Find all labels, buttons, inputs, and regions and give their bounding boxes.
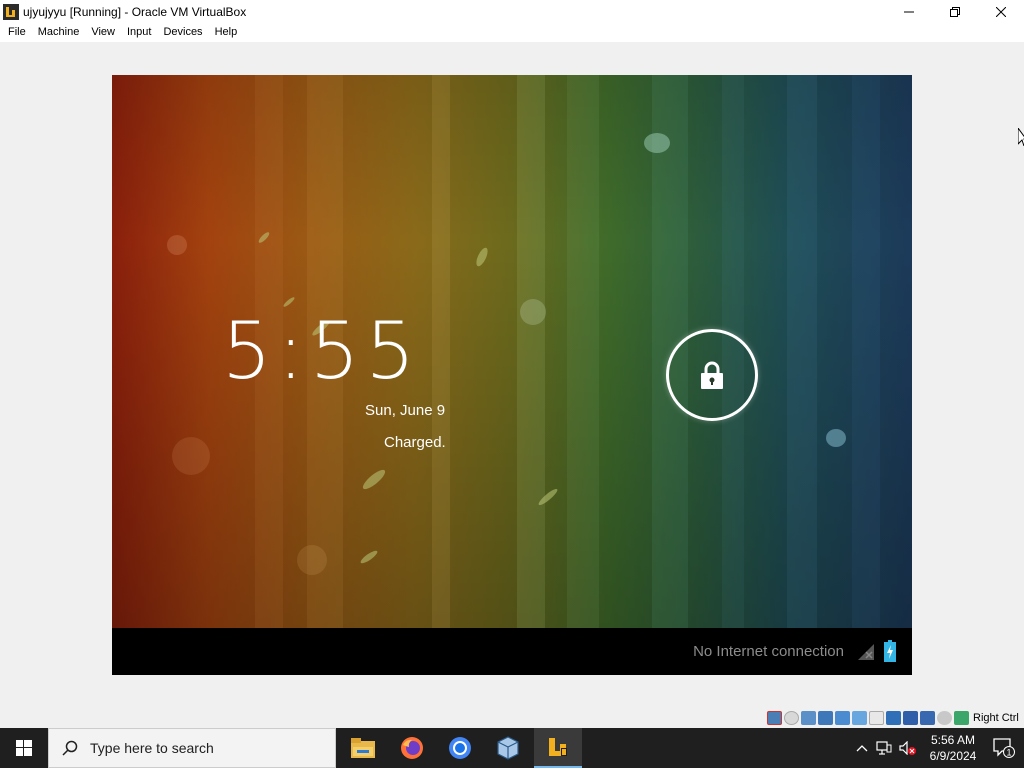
- notification-icon: 1: [993, 738, 1015, 758]
- usb-icon[interactable]: [835, 711, 850, 725]
- action-center-button[interactable]: 1: [984, 728, 1024, 768]
- maximize-icon: [950, 6, 960, 17]
- maximize-button[interactable]: [932, 0, 978, 23]
- display-icon[interactable]: [869, 711, 884, 725]
- taskbar-search[interactable]: Type here to search: [48, 728, 336, 768]
- battery-charging-icon: [884, 640, 896, 667]
- chevron-up-icon: [856, 745, 868, 752]
- taskbar-time: 5:56 AM: [930, 733, 976, 747]
- taskbar-file-explorer[interactable]: [339, 728, 387, 768]
- lockscreen-date: Sun, June 9: [365, 402, 446, 419]
- cpu-icon[interactable]: [903, 711, 918, 725]
- taskbar-chrome[interactable]: [436, 728, 484, 768]
- minimize-icon: [904, 11, 914, 12]
- taskbar: Type here to search 5:56 AM 6/9/2024 1: [0, 728, 1024, 768]
- network-status-text: No Internet connection: [693, 643, 844, 660]
- file-explorer-icon: [351, 738, 375, 758]
- taskbar-date: 6/9/2024: [929, 749, 977, 763]
- vm-display[interactable]: 5:55 Sun, June 9 Charged. No Internet co…: [112, 75, 912, 675]
- system-tray: 5:56 AM 6/9/2024 1: [852, 728, 1024, 768]
- keyboard-icon[interactable]: [937, 711, 952, 725]
- android-status-bar: No Internet connection: [112, 628, 912, 675]
- lockscreen-clock: 5:55: [222, 307, 422, 397]
- hard-disk-icon[interactable]: [767, 711, 782, 725]
- menu-bar: File Machine View Input Devices Help: [0, 23, 1024, 42]
- virtualbox-icon: [497, 736, 519, 760]
- window-titlebar[interactable]: ujyujyyu [Running] - Oracle VM VirtualBo…: [0, 0, 1024, 23]
- host-key-label: Right Ctrl: [973, 712, 1019, 724]
- close-icon: [996, 6, 1006, 17]
- mouse-cursor-icon: [1017, 126, 1024, 151]
- virtualbox-vm-icon: [3, 3, 19, 20]
- taskbar-virtualbox[interactable]: [484, 728, 532, 768]
- start-button[interactable]: [0, 728, 48, 768]
- notification-count: 1: [1006, 747, 1011, 757]
- show-hidden-icons-button[interactable]: [852, 744, 872, 752]
- host-key-icon[interactable]: [954, 711, 969, 725]
- unlock-handle[interactable]: [666, 329, 758, 421]
- close-button[interactable]: [978, 0, 1024, 23]
- menu-view[interactable]: View: [85, 23, 121, 42]
- lock-icon: [701, 361, 723, 389]
- firefox-icon: [401, 737, 423, 759]
- battery-status-text: Charged.: [384, 434, 446, 451]
- taskbar-clock[interactable]: 5:56 AM 6/9/2024: [922, 732, 984, 764]
- search-icon: [62, 740, 78, 756]
- volume-tray-button[interactable]: [896, 741, 920, 755]
- mouse-integration-icon[interactable]: [920, 711, 935, 725]
- taskbar-firefox[interactable]: [388, 728, 436, 768]
- taskbar-vm-window[interactable]: [534, 728, 582, 768]
- menu-help[interactable]: Help: [209, 23, 244, 42]
- shared-folder-icon[interactable]: [852, 711, 867, 725]
- network-tray-button[interactable]: [872, 741, 896, 755]
- windows-logo-icon: [16, 740, 32, 756]
- signal-icon: [856, 642, 876, 667]
- video-capture-icon[interactable]: [886, 711, 901, 725]
- window-controls: [886, 0, 1024, 23]
- network-icon[interactable]: [818, 711, 833, 725]
- chrome-icon: [449, 737, 471, 759]
- menu-devices[interactable]: Devices: [157, 23, 208, 42]
- menu-file[interactable]: File: [2, 23, 32, 42]
- audio-icon[interactable]: [801, 711, 816, 725]
- search-placeholder: Type here to search: [90, 740, 214, 756]
- network-wired-icon: [876, 741, 892, 755]
- virtualbox-vm-icon: [549, 738, 567, 756]
- optical-drive-icon[interactable]: [784, 711, 799, 725]
- minimize-button[interactable]: [886, 0, 932, 23]
- vbox-status-tray: Right Ctrl: [767, 710, 1019, 726]
- window-title: ujyujyyu [Running] - Oracle VM VirtualBo…: [23, 4, 247, 19]
- menu-machine[interactable]: Machine: [32, 23, 86, 42]
- volume-muted-icon: [899, 741, 916, 755]
- menu-input[interactable]: Input: [121, 23, 157, 42]
